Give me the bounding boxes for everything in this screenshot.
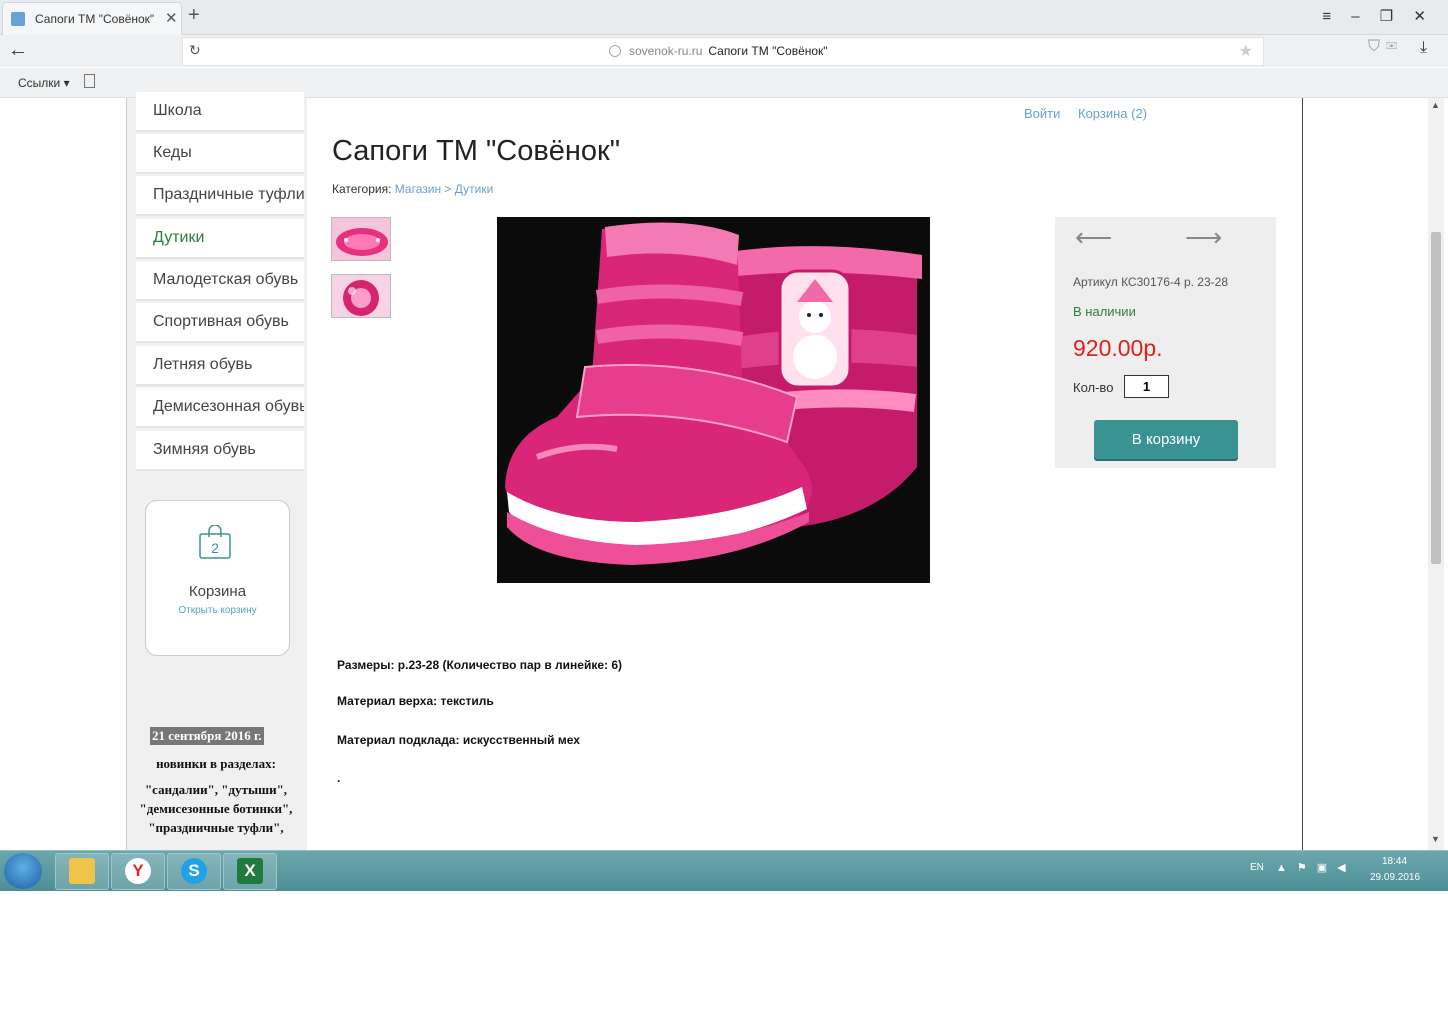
clock-time[interactable]: 18:44 — [1382, 856, 1407, 867]
excel-taskbar-button[interactable]: X — [223, 853, 277, 890]
site-info-icon[interactable] — [609, 45, 621, 57]
news-line-1: новинки в разделах: — [156, 756, 276, 771]
menu-item-summer[interactable]: Летняя обувь — [136, 346, 304, 386]
quantity-input[interactable] — [1124, 375, 1169, 398]
content-border — [1302, 98, 1303, 850]
description-upper: Материал верха: текстиль — [337, 694, 494, 708]
product-thumbnail[interactable] — [331, 217, 391, 261]
product-sku: Артикул КС30176-4 р. 23-28 — [1073, 275, 1228, 289]
menu-item-demiseason[interactable]: Демисезонная обувь — [136, 388, 304, 428]
menu-item-sport[interactable]: Спортивная обувь — [136, 303, 304, 343]
folder-icon — [69, 858, 95, 884]
url-page-title: Сапоги ТМ "Совёнок" — [708, 44, 828, 58]
description-sizes: Размеры: р.23-28 (Количество пар в линей… — [337, 658, 623, 672]
skype-taskbar-button[interactable]: S — [167, 853, 221, 890]
bookmark-star-icon[interactable]: ★ — [1239, 41, 1253, 61]
url-domain: sovenok-ru.ru — [629, 44, 703, 58]
sidebar-cart-widget[interactable]: 2 Корзина Открыть корзину — [145, 500, 290, 656]
favicon-icon — [11, 12, 25, 26]
menu-item-toddler[interactable]: Малодетская обувь — [136, 261, 304, 301]
menu-item-school[interactable]: Школа — [136, 92, 304, 132]
open-cart-link[interactable]: Открыть корзину — [146, 605, 289, 616]
boot-sole-image — [332, 218, 390, 260]
category-link[interactable]: Магазин > Дутики — [395, 182, 494, 196]
close-tab-icon[interactable]: ✕ — [165, 9, 178, 27]
yandex-taskbar-button[interactable]: Y — [111, 853, 165, 890]
excel-icon: X — [237, 858, 263, 884]
breadcrumb: Категория: Магазин > Дутики — [332, 182, 493, 196]
menu-item-winter[interactable]: Зимняя обувь — [136, 431, 304, 471]
browser-nav-bar: ← ↻ sovenok-ru.ru Сапоги ТМ "Совёнок" ★ ⛉… — [0, 35, 1448, 67]
product-thumbnail[interactable] — [331, 274, 391, 318]
news-line-2: "сандалии", "дутыши", "демисезонные боти… — [139, 782, 293, 835]
arrow-left-icon[interactable]: ⟵ — [1075, 222, 1112, 253]
back-arrow-icon[interactable]: ← — [8, 39, 28, 62]
shopping-bag-icon: 2 — [199, 525, 231, 559]
skype-icon: S — [181, 858, 207, 884]
url-text: sovenok-ru.ru Сапоги ТМ "Совёнок" — [629, 44, 828, 58]
description-dot: . — [337, 771, 341, 785]
stock-status: В наличии — [1073, 304, 1136, 319]
header-cart-link[interactable]: Корзина (2) — [1078, 106, 1147, 121]
pink-boots-image — [497, 217, 930, 583]
download-icon[interactable]: ⤓ — [1420, 39, 1427, 57]
explorer-taskbar-button[interactable] — [55, 853, 109, 890]
browser-tab[interactable]: Сапоги ТМ "Совёнок" ✕ — [2, 2, 182, 35]
menu-item-festive-shoes[interactable]: Праздничные туфли — [136, 176, 304, 216]
windows-taskbar: Y S X EN ▲⚑▣◀ 18:44 29.09.2016 — [0, 850, 1448, 891]
menu-item-puffer-boots[interactable]: Дутики — [136, 219, 304, 259]
product-price: 920.00р. — [1073, 335, 1163, 361]
add-to-cart-button[interactable]: В корзину — [1094, 420, 1238, 459]
extension-icons[interactable]: ⛉✉ — [1368, 38, 1403, 56]
news-text: новинки в разделах: "сандалии", "дутыши"… — [136, 754, 296, 837]
address-bar[interactable]: ↻ sovenok-ru.ru Сапоги ТМ "Совёнок" ★ — [182, 37, 1264, 66]
clock-date[interactable]: 29.09.2016 — [1370, 872, 1420, 883]
boot-fur-image — [332, 275, 390, 317]
scrollbar-thumb[interactable] — [1431, 232, 1441, 564]
menu-item-sneakers[interactable]: Кеды — [136, 134, 304, 174]
new-tab-icon[interactable]: + — [188, 4, 200, 27]
cart-count: 2 — [211, 540, 219, 556]
description-lining: Материал подклада: искусственный мех — [337, 733, 580, 747]
scroll-down-icon[interactable]: ▼ — [1431, 834, 1440, 844]
yandex-browser-icon: Y — [125, 858, 151, 884]
reload-icon[interactable]: ↻ — [189, 42, 201, 59]
category-label: Категория: — [332, 182, 392, 196]
window-controls[interactable]: ≡ – ❐ ✕ — [1322, 7, 1434, 25]
login-link[interactable]: Войти — [1024, 106, 1060, 121]
browser-tab-bar: Сапоги ТМ "Совёнок" ✕ + ≡ – ❐ ✕ — [0, 0, 1448, 35]
cart-title: Корзина — [188, 583, 247, 600]
scroll-up-icon[interactable]: ▲ — [1431, 100, 1440, 110]
page-title: Сапоги ТМ "Совёнок" — [332, 135, 621, 167]
document-icon[interactable] — [84, 74, 95, 88]
product-main-image[interactable] — [497, 217, 930, 583]
arrow-right-icon[interactable]: ⟶ — [1185, 222, 1222, 253]
news-date: 21 сентября 2016 г. — [150, 727, 264, 745]
quantity-label: Кол-во — [1073, 380, 1114, 395]
start-button[interactable] — [4, 853, 42, 889]
bookmarks-links[interactable]: Ссылки ▾ — [18, 76, 70, 90]
buy-panel: ⟵ ⟶ Артикул КС30176-4 р. 23-28 В наличии… — [1055, 217, 1276, 468]
language-indicator[interactable]: EN — [1250, 862, 1264, 873]
tray-icons[interactable]: ▲⚑▣◀ — [1276, 861, 1356, 874]
tab-title: Сапоги ТМ "Совёнок" — [35, 12, 155, 26]
